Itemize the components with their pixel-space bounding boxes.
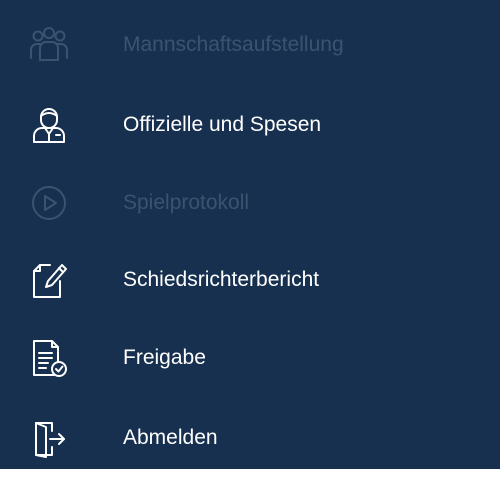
menu-item-freigabe[interactable]: Freigabe [0, 318, 500, 398]
side-menu: Mannschaftsaufstellung Offizielle und Sp… [0, 0, 500, 469]
menu-item-spielprotokoll: Spielprotokoll [0, 163, 500, 243]
document-check-icon [28, 337, 70, 379]
menu-item-label: Abmelden [123, 426, 218, 449]
official-person-icon [28, 104, 70, 146]
menu-item-offizielle-und-spesen[interactable]: Offizielle und Spesen [0, 85, 500, 165]
menu-item-mannschaftsaufstellung: Mannschaftsaufstellung [0, 5, 500, 85]
menu-item-label: Freigabe [123, 346, 206, 369]
menu-item-label: Mannschaftsaufstellung [123, 33, 344, 56]
logout-door-icon [28, 417, 70, 459]
menu-item-abmelden[interactable]: Abmelden [0, 398, 500, 478]
edit-document-icon [28, 259, 70, 301]
menu-item-label: Schiedsrichterbericht [123, 268, 320, 291]
team-icon [28, 24, 70, 66]
menu-item-label: Spielprotokoll [123, 191, 250, 214]
play-circle-icon [28, 182, 70, 224]
menu-item-schiedsrichterbericht[interactable]: Schiedsrichterbericht [0, 240, 500, 320]
menu-item-label: Offizielle und Spesen [123, 113, 322, 136]
